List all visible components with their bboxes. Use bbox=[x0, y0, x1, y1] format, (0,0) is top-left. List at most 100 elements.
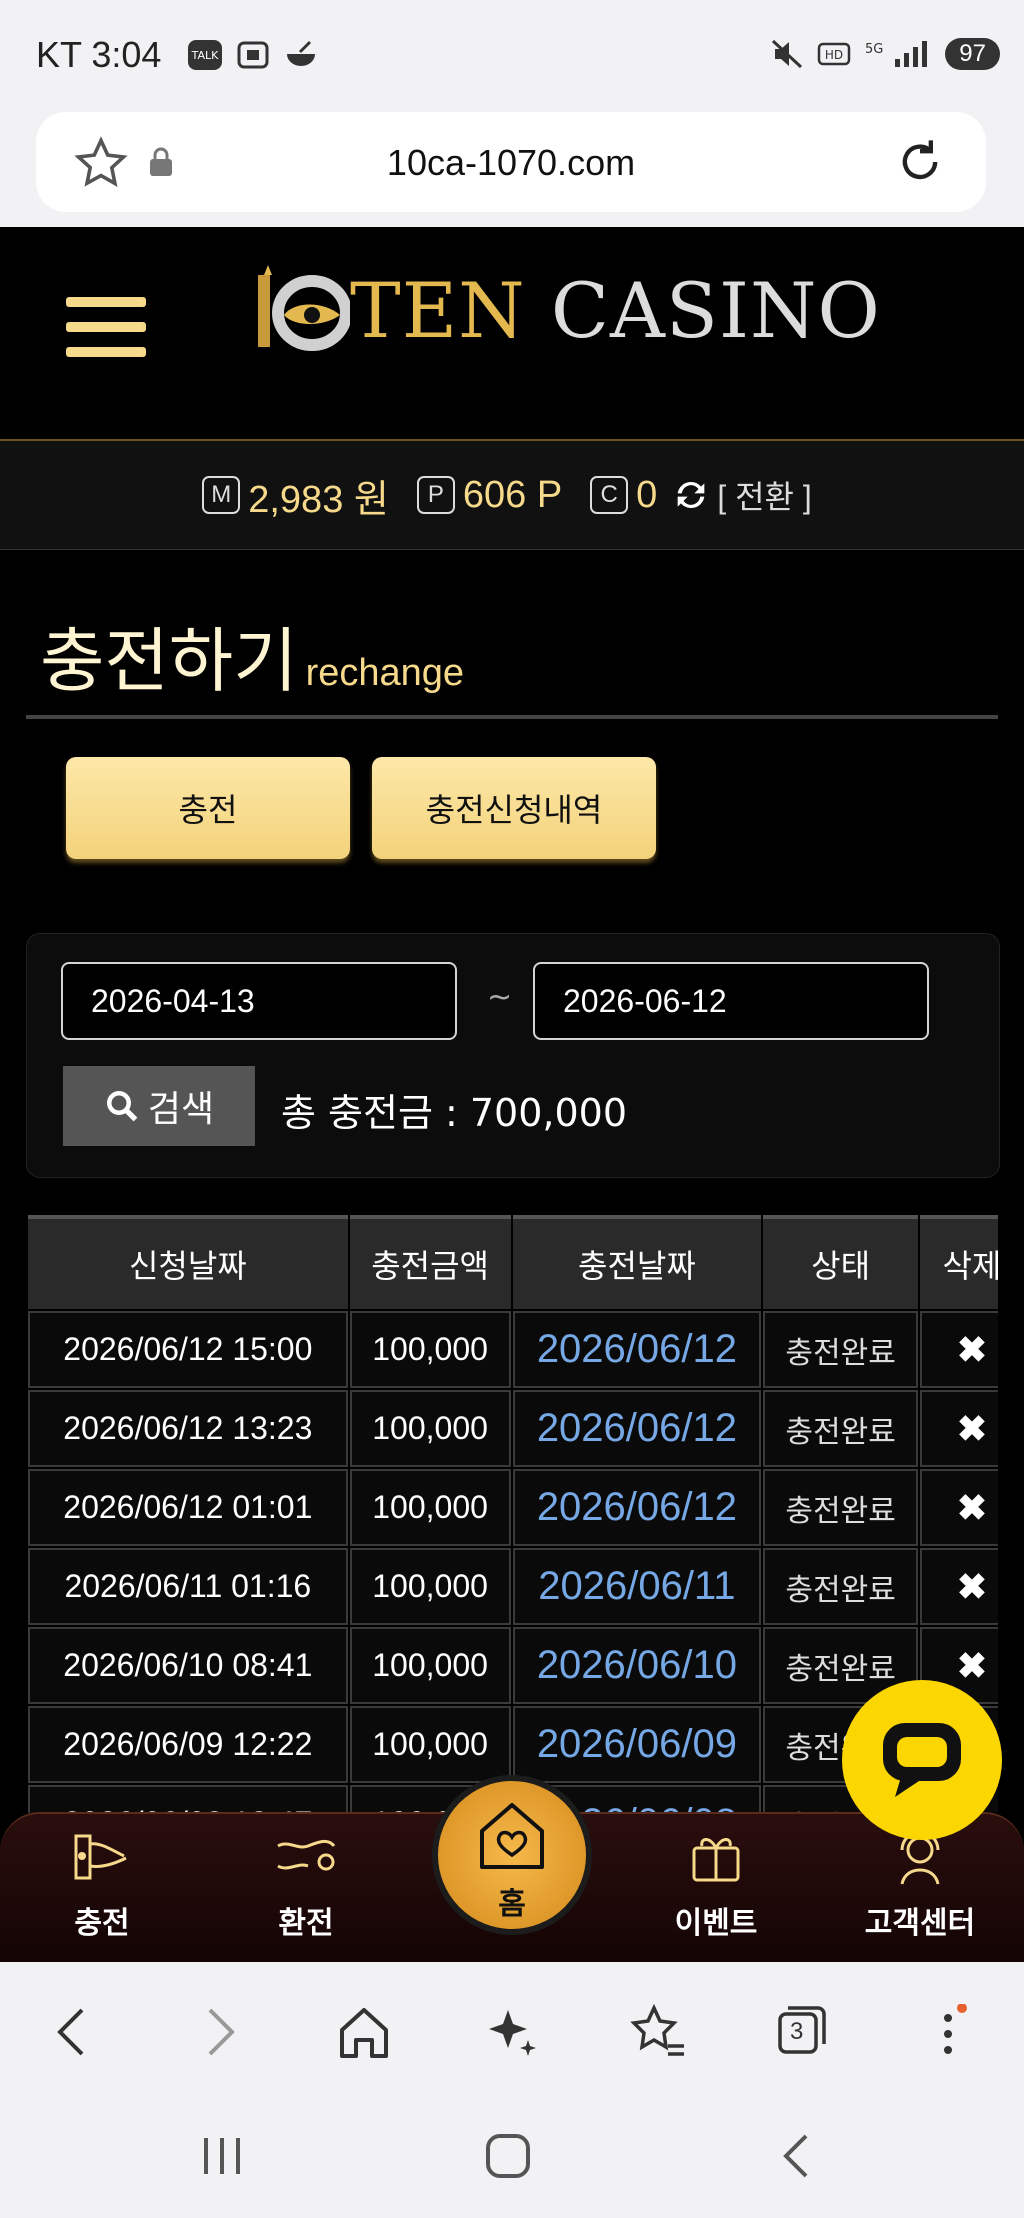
convert-link[interactable]: [ 전환 ] bbox=[717, 472, 811, 518]
delete-icon[interactable]: ✖ bbox=[919, 1390, 998, 1467]
site-logo[interactable]: TEN CASINO bbox=[254, 265, 881, 355]
col-delete: 삭제 bbox=[919, 1215, 998, 1309]
charge-history-tab-button[interactable]: 충전신청내역 bbox=[372, 757, 656, 859]
tabs-count: 3 bbox=[790, 2018, 804, 2045]
request-date: 2026/06/09 12:22 bbox=[28, 1706, 348, 1783]
browser-address-bar: 10ca-1070.com bbox=[0, 112, 1024, 227]
chat-support-button[interactable] bbox=[842, 1680, 1002, 1840]
status: 충전완료 bbox=[763, 1390, 918, 1467]
bookmarks-icon[interactable] bbox=[628, 2004, 688, 2060]
request-date: 2026/06/11 01:16 bbox=[28, 1548, 348, 1625]
col-status: 상태 bbox=[763, 1215, 918, 1309]
charge-date-link[interactable]: 2026/06/09 bbox=[512, 1706, 762, 1783]
home-icon[interactable] bbox=[336, 2004, 392, 2060]
balance-bar: M 2,983 원 P 606 P C0 [ 전환 ] bbox=[0, 439, 1024, 550]
coin-balance: C0 [ 전환 ] bbox=[590, 472, 812, 518]
point-p-icon: P bbox=[416, 476, 455, 514]
table-row: 2026/06/12 15:00 100,000 2026/06/12 충전완료 ✖ bbox=[28, 1311, 998, 1388]
mute-icon bbox=[772, 39, 803, 69]
date-separator: ~ bbox=[487, 980, 513, 1015]
amount: 100,000 bbox=[349, 1311, 511, 1388]
system-back-icon[interactable] bbox=[776, 2132, 816, 2180]
refresh-icon[interactable] bbox=[671, 475, 711, 515]
url-text: 10ca-1070.com bbox=[386, 142, 636, 183]
request-date: 2026/06/12 13:23 bbox=[28, 1390, 348, 1467]
coin-c-icon: C bbox=[590, 476, 629, 514]
nav-event[interactable]: 이벤트 bbox=[636, 1814, 796, 1964]
delete-icon[interactable]: ✖ bbox=[919, 1469, 998, 1546]
search-icon bbox=[106, 1091, 138, 1122]
status-carrier-time: KT 3:04 bbox=[36, 34, 161, 76]
amount: 100,000 bbox=[349, 1706, 511, 1783]
col-amount: 충전금액 bbox=[349, 1215, 511, 1309]
amount: 100,000 bbox=[349, 1469, 511, 1546]
hd-icon: HD bbox=[818, 42, 851, 66]
site-header: TEN CASINO bbox=[0, 227, 1024, 439]
nav-charge[interactable]: 충전 bbox=[22, 1814, 182, 1964]
delete-icon[interactable]: ✖ bbox=[919, 1548, 998, 1625]
date-from-input[interactable]: 2026-04-13 bbox=[61, 962, 457, 1040]
status-bar: KT 3:04 TALK HD 5G 97 bbox=[0, 0, 1024, 112]
amount: 100,000 bbox=[349, 1390, 511, 1467]
date-to-input[interactable]: 2026-06-12 bbox=[533, 962, 929, 1040]
page-title: 충전하기 rechange bbox=[40, 620, 465, 702]
status: 충전완료 bbox=[763, 1469, 918, 1546]
browser-toolbar: 3 bbox=[0, 1962, 1024, 2092]
charge-date-link[interactable]: 2026/06/10 bbox=[512, 1627, 762, 1704]
point-balance: P 606 P bbox=[416, 474, 562, 517]
logo-mark-icon bbox=[258, 265, 350, 351]
col-charge-date: 충전날짜 bbox=[512, 1215, 762, 1309]
charge-date-link[interactable]: 2026/06/12 bbox=[512, 1390, 762, 1467]
col-request-date: 신청날짜 bbox=[28, 1215, 348, 1309]
home-heart-icon bbox=[480, 1803, 544, 1869]
search-panel: 2026-04-13 ~ 2026-06-12 검색 총 충전금 : 700,0… bbox=[26, 933, 1000, 1178]
exchange-hand-icon bbox=[277, 1839, 336, 1871]
logo-text: TEN CASINO bbox=[350, 265, 881, 355]
signal-icon: 5G bbox=[865, 41, 928, 67]
search-button[interactable]: 검색 bbox=[63, 1066, 255, 1146]
charge-date-link[interactable]: 2026/06/11 bbox=[512, 1548, 762, 1625]
table-header-row: 신청날짜 충전금액 충전날짜 상태 삭제 bbox=[28, 1215, 998, 1309]
charge-date-link[interactable]: 2026/06/12 bbox=[512, 1311, 762, 1388]
amount: 100,000 bbox=[349, 1627, 511, 1704]
back-icon[interactable] bbox=[50, 2004, 94, 2060]
table-row: 2026/06/11 01:16 100,000 2026/06/11 충전완료 ✖ bbox=[28, 1548, 998, 1625]
status: 충전완료 bbox=[763, 1548, 918, 1625]
charge-hand-icon bbox=[74, 1834, 127, 1880]
gift-icon bbox=[692, 1838, 740, 1882]
request-date: 2026/06/10 08:41 bbox=[28, 1627, 348, 1704]
battery-indicator: 97 bbox=[945, 38, 1000, 70]
nav-exchange[interactable]: 환전 bbox=[226, 1814, 386, 1964]
page-subtitle: rechange bbox=[305, 652, 465, 694]
money-m-icon: M bbox=[202, 476, 241, 514]
table-row: 2026/06/12 13:23 100,000 2026/06/12 충전완료 ✖ bbox=[28, 1390, 998, 1467]
forward-icon[interactable] bbox=[198, 2004, 242, 2060]
screenshot-icon bbox=[237, 41, 269, 69]
tabs-button[interactable]: 3 bbox=[776, 2004, 828, 2056]
amount: 100,000 bbox=[349, 1548, 511, 1625]
reload-icon[interactable] bbox=[894, 136, 946, 188]
bowl-icon bbox=[287, 40, 315, 66]
delete-icon[interactable]: ✖ bbox=[919, 1311, 998, 1388]
table-row: 2026/06/12 01:01 100,000 2026/06/12 충전완료 ✖ bbox=[28, 1469, 998, 1546]
recent-apps-icon[interactable] bbox=[200, 2134, 244, 2178]
sparkle-icon[interactable] bbox=[484, 2004, 540, 2060]
chat-bubble-icon bbox=[883, 1723, 961, 1797]
nav-home[interactable]: 홈 bbox=[432, 1775, 592, 1935]
more-menu-icon[interactable] bbox=[928, 2004, 968, 2064]
money-balance: M 2,983 원 bbox=[202, 468, 389, 523]
url-field[interactable]: 10ca-1070.com bbox=[36, 112, 986, 212]
system-home-icon[interactable] bbox=[484, 2132, 532, 2180]
menu-hamburger-icon[interactable] bbox=[66, 297, 146, 372]
request-date: 2026/06/12 15:00 bbox=[28, 1311, 348, 1388]
svg-text:HD: HD bbox=[825, 48, 843, 62]
talk-icon: TALK bbox=[188, 40, 222, 70]
status: 충전완료 bbox=[763, 1311, 918, 1388]
total-charge-amount: 총 충전금 : 700,000 bbox=[281, 1091, 628, 1135]
clock: 3:04 bbox=[91, 34, 162, 75]
request-date: 2026/06/12 01:01 bbox=[28, 1469, 348, 1546]
system-navigation-bar bbox=[0, 2092, 1024, 2218]
carrier: KT bbox=[36, 34, 82, 75]
charge-date-link[interactable]: 2026/06/12 bbox=[512, 1469, 762, 1546]
charge-tab-button[interactable]: 충전 bbox=[66, 757, 350, 859]
